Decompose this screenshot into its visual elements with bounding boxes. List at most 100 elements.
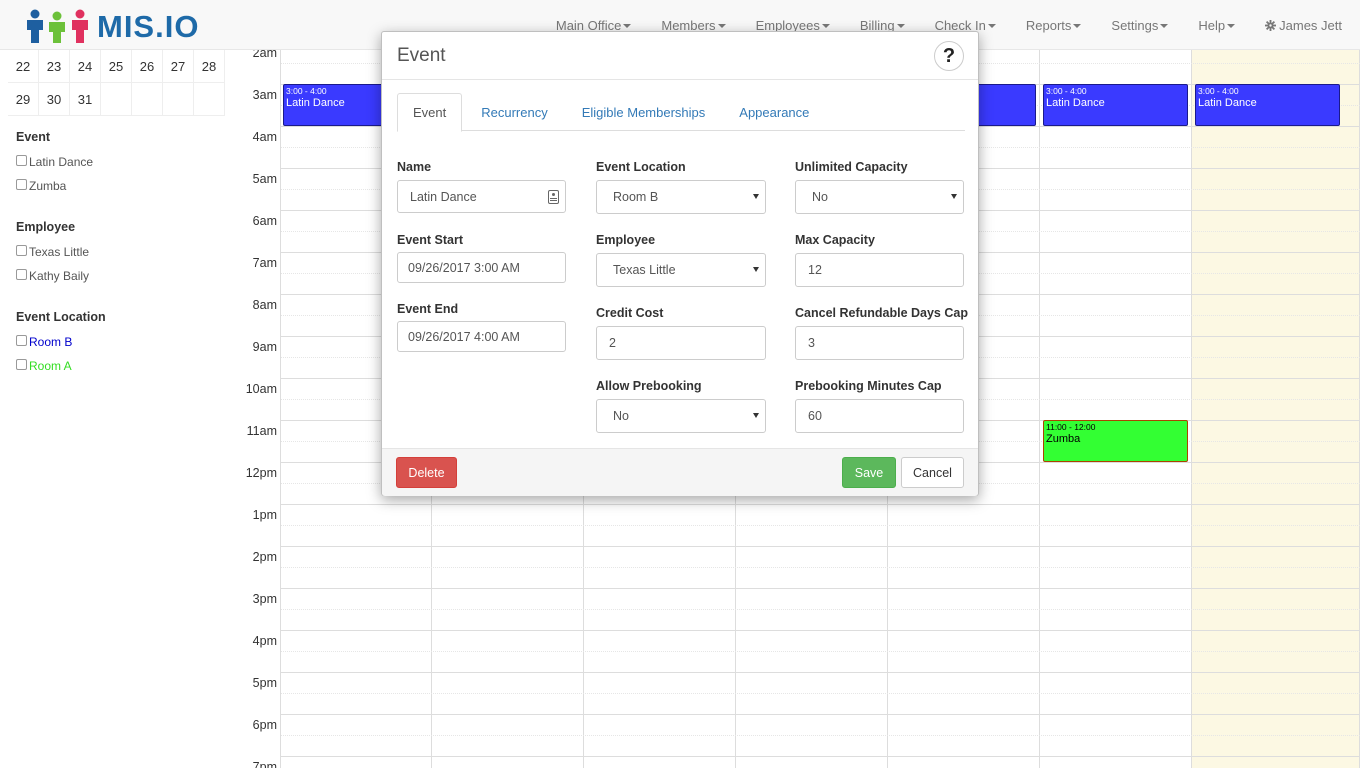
caret-down-icon bbox=[1160, 24, 1169, 29]
checkbox[interactable] bbox=[16, 334, 27, 346]
app-logo[interactable]: MIS.IO bbox=[24, 9, 199, 45]
nav-settings[interactable]: Settings bbox=[1111, 17, 1169, 33]
hour-label: 9am bbox=[252, 340, 277, 354]
checkbox[interactable] bbox=[16, 244, 27, 256]
max-capacity-value: 12 bbox=[808, 263, 822, 277]
hour-gridline bbox=[281, 546, 1360, 547]
filter-item-kathy-baily[interactable]: Kathy Baily bbox=[16, 264, 226, 288]
calendar-event-latin-dance[interactable]: 3:00 - 4:00 Latin Dance bbox=[1195, 84, 1340, 126]
delete-button[interactable]: Delete bbox=[396, 457, 457, 488]
filter-label: Latin Dance bbox=[29, 155, 94, 169]
hour-gridline bbox=[281, 714, 1360, 715]
calendar-event-zumba[interactable]: 11:00 - 12:00 Zumba bbox=[1043, 420, 1188, 462]
nav-user-menu[interactable]: James Jett bbox=[1265, 18, 1342, 33]
cancel-button[interactable]: Cancel bbox=[901, 457, 964, 488]
hour-label: 7am bbox=[252, 256, 277, 270]
nav-label: Reports bbox=[1025, 17, 1072, 33]
hour-label: 2pm bbox=[252, 550, 277, 564]
tab-event[interactable]: Event bbox=[397, 93, 463, 132]
hour-label: 12pm bbox=[245, 466, 277, 480]
allow-prebooking-label: Allow Prebooking bbox=[596, 379, 702, 393]
employee-select[interactable]: Texas Little bbox=[596, 253, 766, 287]
calendar-event-latin-dance[interactable] bbox=[970, 84, 1036, 126]
half-hour-gridline bbox=[281, 693, 1360, 694]
allow-prebooking-value: No bbox=[613, 409, 629, 423]
hour-label: 3am bbox=[252, 88, 277, 102]
checkbox[interactable] bbox=[16, 268, 27, 280]
event-start-label: Event Start bbox=[397, 233, 463, 247]
filter-event: Event Latin Dance Zumba bbox=[16, 130, 226, 198]
mini-calendar-day bbox=[163, 83, 194, 116]
credit-cost-input[interactable]: 2 bbox=[596, 326, 766, 360]
filter-employee: Employee Texas Little Kathy Baily bbox=[16, 220, 226, 288]
contact-card-icon[interactable] bbox=[548, 190, 559, 204]
filter-item-room-a[interactable]: Room A bbox=[16, 354, 226, 378]
mini-calendar-day[interactable]: 26 bbox=[132, 50, 163, 83]
day-column-today[interactable] bbox=[1192, 50, 1360, 768]
modal-header: Event ? bbox=[382, 32, 978, 80]
cancel-refundable-days-cap-label: Cancel Refundable Days Cap bbox=[795, 306, 968, 320]
mini-calendar-day[interactable]: 27 bbox=[163, 50, 194, 83]
prebooking-minutes-cap-input[interactable]: 60 bbox=[795, 399, 964, 433]
calendar-event-latin-dance[interactable]: 3:00 - 4:00 Latin Dance bbox=[1043, 84, 1188, 126]
tab-eligible-memberships[interactable]: Eligible Memberships bbox=[567, 93, 721, 131]
event-end-input[interactable]: 09/26/2017 4:00 AM bbox=[397, 321, 566, 352]
dropdown-arrow-icon bbox=[753, 194, 759, 199]
caret-down-icon bbox=[1073, 24, 1082, 29]
checkbox[interactable] bbox=[16, 154, 27, 166]
tab-recurrency[interactable]: Recurrency bbox=[466, 93, 562, 131]
filter-title: Event Location bbox=[16, 310, 106, 324]
caret-down-icon bbox=[717, 24, 726, 29]
caret-down-icon bbox=[623, 24, 632, 29]
save-button[interactable]: Save bbox=[842, 457, 896, 488]
credit-cost-label: Credit Cost bbox=[596, 306, 664, 320]
filter-item-zumba[interactable]: Zumba bbox=[16, 174, 226, 198]
event-modal: Event ? Event Recurrency Eligible Member… bbox=[381, 31, 979, 496]
nav-help[interactable]: Help bbox=[1198, 18, 1236, 33]
unlimited-capacity-select[interactable]: No bbox=[795, 180, 964, 214]
name-label: Name bbox=[397, 160, 432, 174]
day-column[interactable] bbox=[1040, 50, 1192, 768]
event-time: 11:00 - 12:00 bbox=[1046, 422, 1096, 432]
calendar-event-latin-dance[interactable]: 3:00 - 4:00 Latin Dance bbox=[283, 84, 393, 126]
filter-label: Kathy Baily bbox=[29, 269, 90, 283]
filter-item-latin-dance[interactable]: Latin Dance bbox=[16, 150, 226, 174]
max-capacity-input[interactable]: 12 bbox=[795, 253, 964, 287]
filter-item-room-b[interactable]: Room B bbox=[16, 330, 226, 354]
half-hour-gridline bbox=[281, 735, 1360, 736]
hour-label: 3pm bbox=[252, 592, 277, 606]
employee-value: Texas Little bbox=[613, 263, 676, 277]
mini-calendar-day[interactable]: 24 bbox=[70, 50, 101, 83]
mini-calendar-day[interactable]: 23 bbox=[39, 50, 70, 83]
mini-calendar-day[interactable]: 29 bbox=[8, 83, 39, 116]
help-button[interactable]: ? bbox=[934, 41, 964, 71]
cancel-refundable-days-cap-input[interactable]: 3 bbox=[795, 326, 964, 360]
tab-appearance[interactable]: Appearance bbox=[724, 93, 824, 131]
nav-label: Settings bbox=[1111, 17, 1159, 33]
event-start-input[interactable]: 09/26/2017 3:00 AM bbox=[397, 252, 566, 283]
logo-text: MIS.IO bbox=[97, 9, 200, 44]
nav-reports[interactable]: Reports bbox=[1026, 18, 1082, 33]
mini-calendar-day[interactable]: 25 bbox=[101, 50, 132, 83]
half-hour-gridline bbox=[281, 567, 1360, 568]
half-hour-gridline bbox=[281, 525, 1360, 526]
hour-label: 10am bbox=[245, 382, 277, 396]
mini-calendar-day[interactable]: 28 bbox=[194, 50, 225, 83]
mini-calendar-day[interactable]: 22 bbox=[8, 50, 39, 83]
checkbox[interactable] bbox=[16, 358, 27, 370]
allow-prebooking-select[interactable]: No bbox=[596, 399, 766, 433]
hour-gridline bbox=[281, 504, 1360, 505]
mini-calendar-day[interactable]: 31 bbox=[70, 83, 101, 116]
modal-footer: Delete Save Cancel bbox=[382, 448, 978, 496]
mini-calendar-day[interactable]: 30 bbox=[39, 83, 70, 116]
left-sidebar: 22 23 24 25 26 27 28 29 30 31 Event Lati… bbox=[0, 50, 240, 768]
name-input[interactable]: Latin Dance bbox=[397, 180, 566, 213]
event-location-select[interactable]: Room B bbox=[596, 180, 766, 214]
event-end-value: 09/26/2017 4:00 AM bbox=[408, 329, 520, 344]
event-time: 3:00 - 4:00 bbox=[286, 86, 327, 96]
half-hour-gridline bbox=[281, 651, 1360, 652]
filter-label: Texas Little bbox=[29, 245, 90, 259]
mini-calendar-day bbox=[194, 83, 225, 116]
filter-item-texas-little[interactable]: Texas Little bbox=[16, 240, 226, 264]
checkbox[interactable] bbox=[16, 178, 27, 190]
